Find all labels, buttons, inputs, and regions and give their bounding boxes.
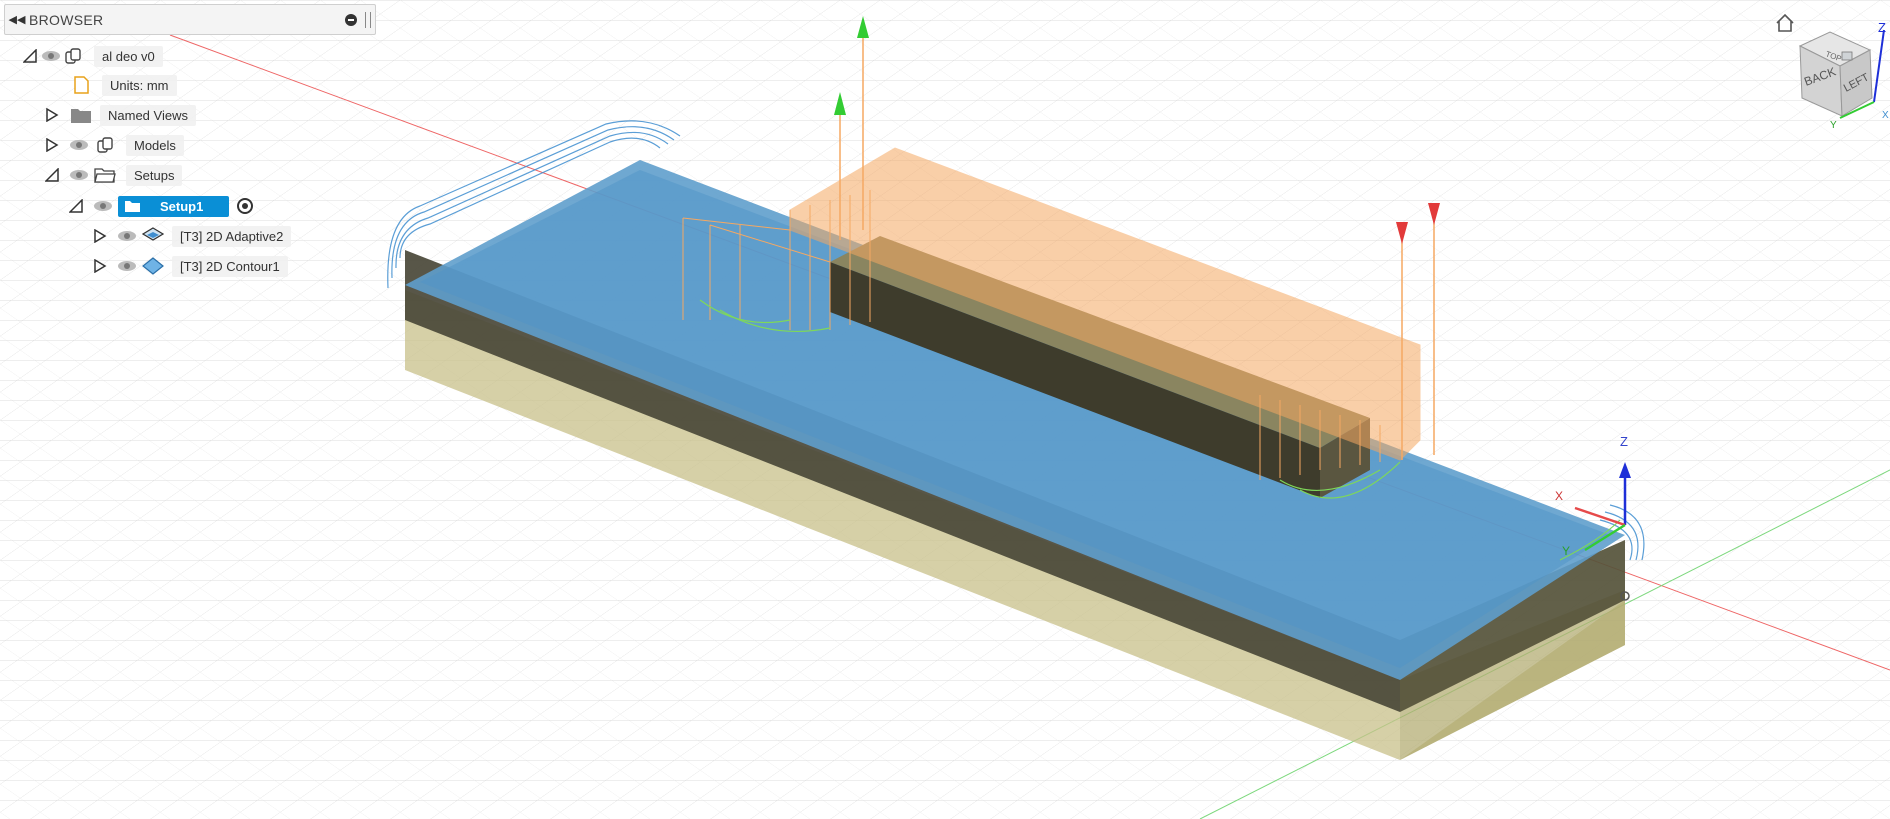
viewcube-z-label: Z: [1878, 20, 1886, 35]
collapsed-triangle-icon[interactable]: [90, 256, 110, 276]
tree-node-setups[interactable]: Setups: [42, 162, 183, 188]
viewcube[interactable]: TOP BACK LEFT Z Y X: [1770, 18, 1890, 148]
tree-node-label[interactable]: Setups: [126, 164, 183, 186]
visibility-eye-icon[interactable]: [68, 164, 90, 186]
tree-node-label-selected[interactable]: Setup1: [118, 195, 230, 217]
tree-node-root[interactable]: al deo v0: [20, 43, 163, 69]
canvas-viewport[interactable]: Z X Y: [0, 0, 1890, 819]
collapsed-triangle-icon[interactable]: [90, 226, 110, 246]
setup-icon: [125, 200, 140, 212]
tree-node-label[interactable]: [T3] 2D Contour1: [172, 255, 288, 277]
tree-node-label[interactable]: [T3] 2D Adaptive2: [172, 225, 292, 247]
tree-node-label[interactable]: Named Views: [100, 104, 196, 126]
setup-folder-icon: [94, 164, 116, 186]
viewcube-y-label: Y: [1830, 120, 1837, 131]
collapse-browser-button[interactable]: ◀◀: [5, 13, 29, 26]
tree-node-label[interactable]: Models: [126, 134, 184, 156]
tree-node-setup1[interactable]: Setup1: [66, 193, 254, 219]
component-icon: [94, 134, 116, 156]
component-icon: [62, 45, 84, 67]
visibility-eye-icon[interactable]: [68, 134, 90, 156]
contour-op-icon: [142, 255, 164, 277]
collapsed-triangle-icon[interactable]: [42, 135, 62, 155]
tree-node-label[interactable]: Units: mm: [102, 74, 177, 96]
adaptive-op-icon: [142, 225, 164, 247]
browser-panel-header: ◀◀ BROWSER: [4, 4, 376, 35]
folder-icon: [70, 104, 92, 126]
viewcube-z-axis: [1873, 29, 1885, 103]
tree-node-named-views[interactable]: Named Views: [42, 102, 196, 128]
active-setup-target-icon[interactable]: [237, 198, 254, 214]
tree-node-label[interactable]: al deo v0: [94, 45, 163, 67]
expanded-triangle-icon[interactable]: [66, 196, 86, 216]
visibility-eye-icon[interactable]: [40, 45, 62, 67]
document-icon: [70, 74, 92, 96]
expanded-triangle-icon[interactable]: [42, 165, 62, 185]
tree-node-contour1[interactable]: [T3] 2D Contour1: [90, 253, 288, 279]
minimize-icon[interactable]: [345, 13, 357, 26]
visibility-eye-icon[interactable]: [116, 225, 138, 247]
expanded-triangle-icon[interactable]: [20, 46, 40, 66]
visibility-eye-icon[interactable]: [92, 195, 114, 217]
triad-z-label: Z: [1620, 434, 1628, 449]
visibility-eye-icon[interactable]: [116, 255, 138, 277]
setup1-text: Setup1: [160, 198, 204, 214]
collapsed-triangle-icon[interactable]: [42, 105, 62, 125]
triad-y-label: Y: [1562, 544, 1570, 558]
triad-x-label: X: [1555, 489, 1563, 503]
tree-node-adaptive2[interactable]: [T3] 2D Adaptive2: [90, 223, 292, 249]
tree-node-models[interactable]: Models: [42, 132, 184, 158]
tree-node-units[interactable]: Units: mm: [70, 72, 177, 98]
resize-grip-icon[interactable]: [365, 11, 371, 28]
viewcube-x-label: X: [1882, 110, 1889, 121]
browser-title: BROWSER: [29, 11, 104, 28]
